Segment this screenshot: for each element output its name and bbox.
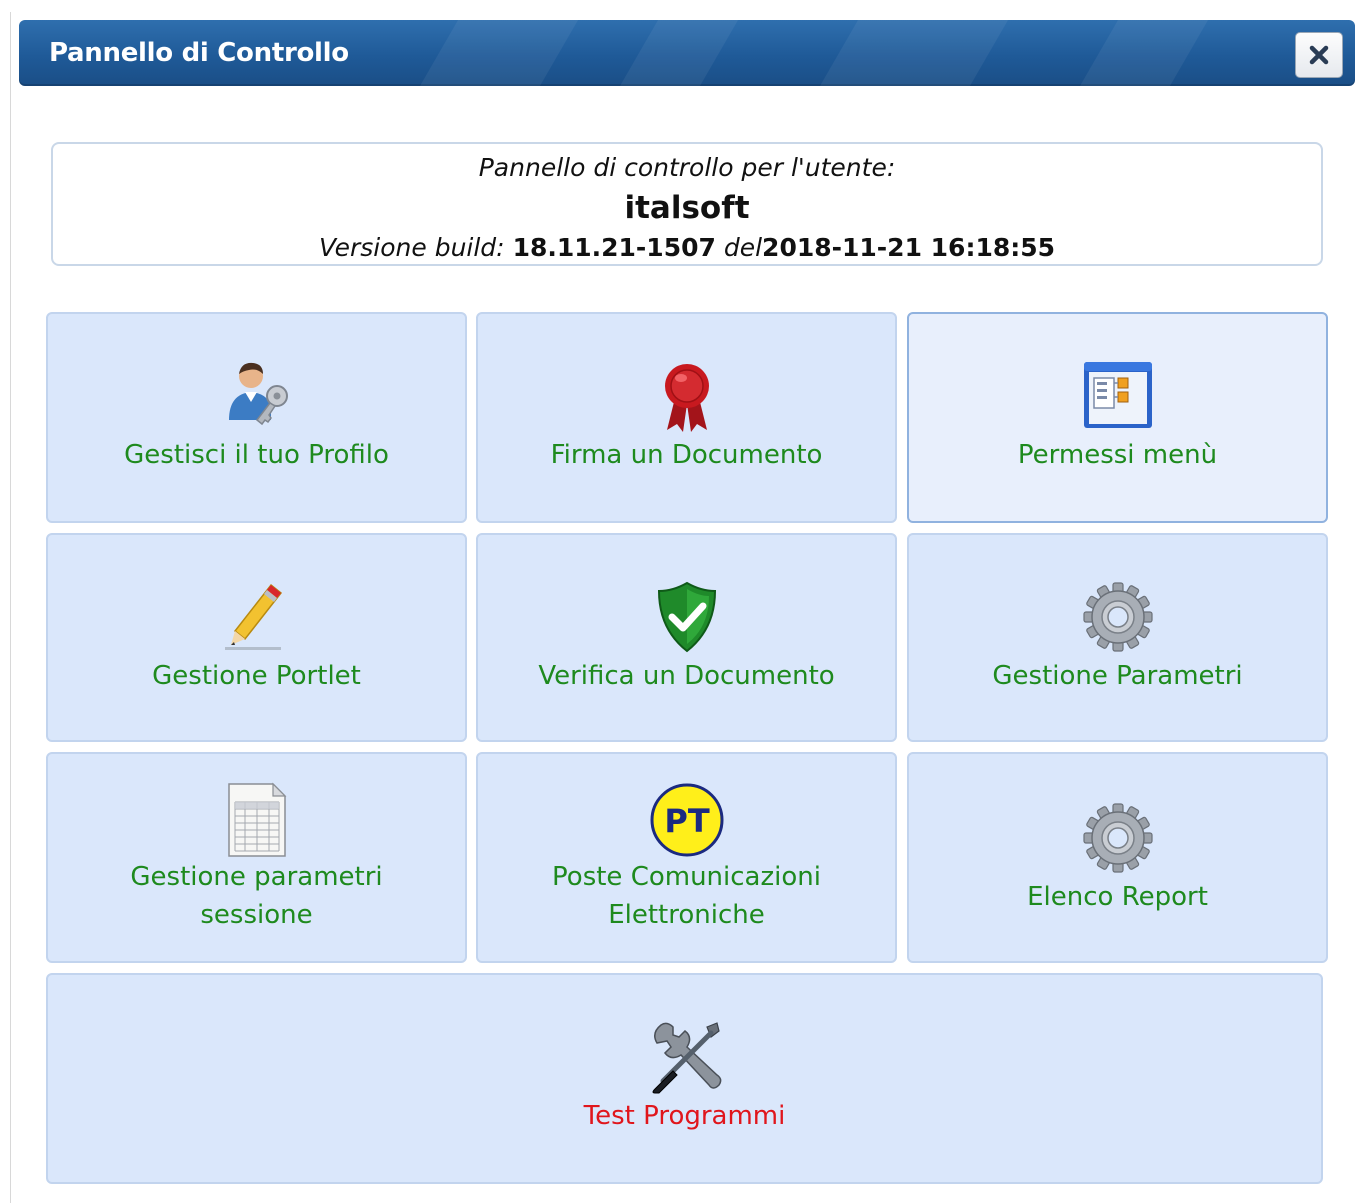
tile-label: Firma un Documento <box>550 440 823 470</box>
tile-gestione-portlet[interactable]: Gestione Portlet <box>46 533 467 742</box>
spreadsheet-icon <box>227 782 286 857</box>
tile-gestione-parametri[interactable]: Gestione Parametri <box>907 533 1328 742</box>
close-icon <box>1309 45 1329 65</box>
titlebar-decoration <box>619 20 739 86</box>
shield-check-icon <box>657 581 716 653</box>
user-prompt: Pannello di controllo per l'utente: <box>478 153 896 182</box>
tile-permessi-menu[interactable]: Permessi menù <box>907 312 1328 523</box>
tile-label-line1: Poste Comunicazioni <box>552 862 821 892</box>
tile-label: Permessi menù <box>1017 440 1218 470</box>
top-strip <box>0 0 1359 12</box>
dialog-title: Pannello di Controllo <box>49 38 349 68</box>
tile-firma-documento[interactable]: Firma un Documento <box>476 312 897 523</box>
control-panel-dialog: Pannello di Controllo Pannello di contro… <box>10 12 1359 1203</box>
pencil-icon <box>224 583 282 650</box>
tile-label-line1: Gestione parametri <box>130 862 383 892</box>
tile-label: Gestione Portlet <box>152 661 361 691</box>
username: italsoft <box>624 190 750 226</box>
tile-gestisci-profilo[interactable]: Gestisci il tuo Profilo <box>46 312 467 523</box>
tile-label-line2: Elettroniche <box>608 900 765 930</box>
gear-icon <box>1082 582 1153 652</box>
tile-elenco-report[interactable]: Elenco Report <box>907 752 1328 963</box>
tile-label: Elenco Report <box>1027 882 1208 912</box>
user-info-box: Pannello di controllo per l'utente: ital… <box>51 142 1323 266</box>
titlebar-decoration <box>419 20 579 86</box>
tile-label: Gestisci il tuo Profilo <box>124 440 389 470</box>
close-button[interactable] <box>1295 32 1343 78</box>
dialog-titlebar[interactable]: Pannello di Controllo <box>19 20 1355 86</box>
version-value: 18.11.21-1507 <box>512 233 716 262</box>
user-key-icon <box>228 362 288 426</box>
tools-icon <box>652 1022 721 1094</box>
titlebar-decoration <box>1079 20 1209 86</box>
ribbon-seal-icon <box>664 364 709 432</box>
menu-window-icon <box>1083 362 1152 428</box>
tile-label-line2: sessione <box>200 900 313 930</box>
titlebar-decoration <box>819 20 1009 86</box>
version-label: Versione build: <box>318 233 505 262</box>
tile-poste-comunicazioni[interactable]: PT Poste Comunicazioni Elettroniche <box>476 752 897 963</box>
tile-label: Gestione Parametri <box>992 661 1243 691</box>
date-value: 2018-11-21 16:18:55 <box>762 233 1056 262</box>
version-line: Versione build: 18.11.21-1507 del2018-11… <box>53 230 1321 266</box>
tile-verifica-documento[interactable]: Verifica un Documento <box>476 533 897 742</box>
pt-logo-icon: PT <box>650 783 723 857</box>
pt-logo-text: PT <box>664 802 709 840</box>
tile-label: Test Programmi <box>583 1101 786 1131</box>
date-label: del <box>723 233 763 262</box>
gear-icon <box>1082 803 1153 873</box>
tile-test-programmi[interactable]: Test Programmi <box>46 973 1323 1184</box>
tile-label: Verifica un Documento <box>538 661 835 691</box>
tile-gestione-parametri-sessione[interactable]: Gestione parametri sessione <box>46 752 467 963</box>
page: Pannello di Controllo Pannello di contro… <box>0 0 1359 1203</box>
